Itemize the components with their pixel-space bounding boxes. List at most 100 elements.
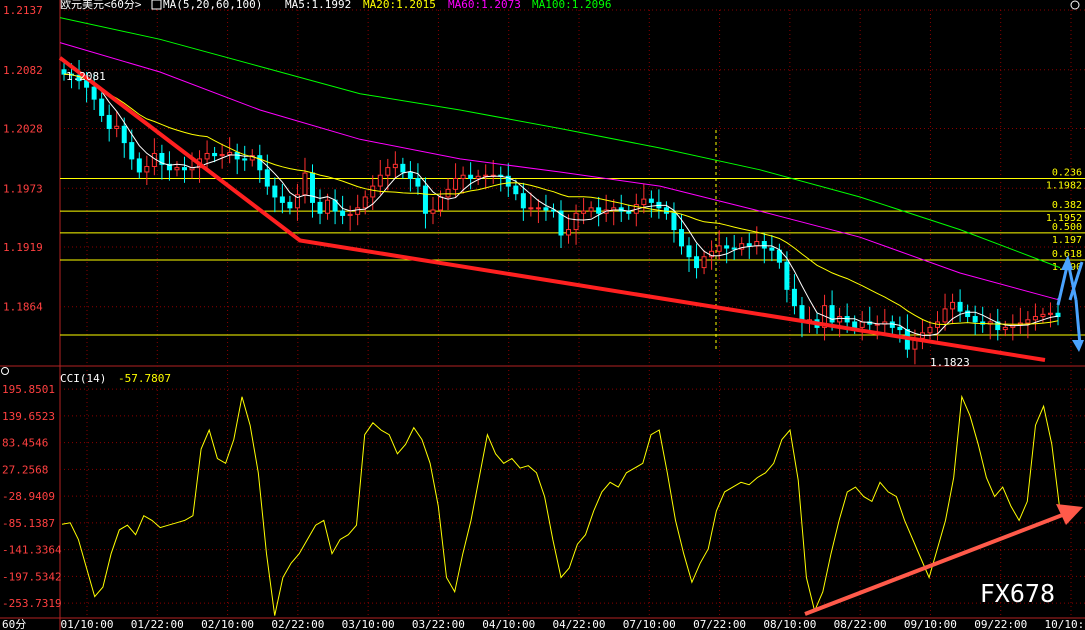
x-tick-label: 01/10:00	[61, 618, 114, 630]
price-y-tick-label: 1.2082	[3, 64, 43, 77]
candle-body	[731, 247, 737, 250]
candle-body	[678, 229, 684, 247]
candle-body	[701, 256, 707, 269]
instrument-title: 欧元美元<60分>	[60, 0, 142, 11]
candle-body	[340, 210, 346, 216]
cci-y-tick-label: 139.6523	[2, 410, 55, 423]
candle-body	[513, 185, 519, 195]
candle-body	[520, 193, 526, 209]
candle-body	[392, 163, 398, 169]
candle-body	[535, 207, 541, 210]
candle-body	[950, 301, 956, 310]
fib-price-label: 1.197	[1052, 235, 1082, 246]
period-label: 60分	[2, 618, 26, 630]
candle-body	[400, 163, 406, 173]
cci-y-tick-label: -85.1387	[2, 517, 55, 530]
candle-body	[1032, 316, 1038, 321]
candle-body	[859, 321, 865, 328]
high-price-label: 1.2081	[66, 70, 106, 83]
cci-value: -57.7807	[118, 372, 171, 385]
candle-body	[377, 174, 383, 187]
candle-body	[942, 308, 948, 323]
candle-body	[422, 185, 428, 214]
candle-body	[370, 185, 376, 198]
candle-body	[724, 245, 730, 249]
candle-body	[784, 261, 790, 290]
candle-body	[460, 174, 466, 179]
candle-body	[1047, 312, 1053, 315]
candle-body	[438, 196, 444, 211]
candle-body	[927, 326, 933, 334]
candle-body	[852, 321, 858, 328]
candle-body	[99, 98, 105, 116]
x-tick-label: 07/10:00	[623, 618, 676, 630]
candle-body	[219, 154, 225, 157]
candle-body	[355, 207, 361, 215]
forex-chart[interactable]: 01/10:00 01/22:00 02/10:00 02/22:00 03/10:00…	[0, 0, 1085, 630]
candle-body	[716, 245, 722, 252]
candle-body	[897, 326, 903, 331]
ma100-value-label: MA100:1.2096	[532, 0, 611, 11]
x-tick-label: 08/10:00	[763, 618, 816, 630]
candle-body	[641, 198, 647, 206]
candle-body	[837, 316, 843, 323]
candle-body	[174, 167, 180, 171]
candle-body	[242, 158, 248, 161]
candle-body	[648, 198, 654, 203]
x-tick-label: 04/22:00	[553, 618, 606, 630]
price-y-tick-label: 1.1973	[3, 182, 43, 195]
candle-body	[566, 229, 572, 236]
cci-title: CCI(14)	[60, 372, 106, 385]
candle-body	[1025, 319, 1031, 324]
candle-body	[445, 188, 451, 198]
candle-body	[106, 114, 112, 129]
x-tick-label: 03/10:00	[342, 618, 395, 630]
candle-body	[212, 152, 218, 157]
candle-body	[453, 177, 459, 190]
candle-body	[121, 125, 127, 144]
candle-body	[776, 249, 782, 263]
candle-body	[136, 158, 142, 173]
candle-body	[317, 201, 323, 214]
candle-body	[272, 185, 278, 198]
candle-body	[957, 301, 963, 312]
candle-body	[1040, 313, 1046, 318]
candle-body	[91, 86, 97, 100]
candle-body	[310, 172, 315, 203]
candle-body	[791, 288, 797, 307]
cci-y-tick-label: -141.3364	[2, 544, 62, 557]
candle-body	[581, 210, 587, 214]
fib-ratio-label: 0.382	[1052, 200, 1082, 211]
x-tick-label: 09/22:00	[974, 618, 1027, 630]
candle-body	[769, 247, 775, 251]
candle-body	[573, 212, 579, 231]
candle-body	[287, 201, 293, 209]
candle-body	[407, 171, 413, 179]
candle-body	[588, 207, 594, 212]
candle-body	[415, 177, 421, 187]
candle-body	[227, 151, 233, 156]
candle-body	[475, 175, 481, 179]
candle-body	[325, 199, 331, 214]
candle-body	[686, 245, 692, 258]
candle-body	[264, 169, 270, 187]
candle-body	[362, 196, 368, 209]
x-tick-label: 09/10:00	[904, 618, 957, 630]
cci-y-tick-label: 195.8501	[2, 383, 55, 396]
price-y-tick-label: 1.2137	[3, 4, 43, 17]
candle-body	[144, 166, 150, 173]
candle-body	[302, 172, 308, 196]
candle-body	[671, 212, 677, 231]
candle-body	[385, 167, 391, 176]
price-y-tick-label: 1.1919	[3, 241, 43, 254]
candle-body	[543, 207, 549, 211]
candle-body	[129, 142, 135, 160]
x-tick-label: 02/22:00	[271, 618, 324, 630]
candle-body	[279, 196, 285, 203]
candle-body	[430, 209, 436, 214]
candle-body	[347, 213, 353, 216]
x-tick-label: 10/10:00	[1045, 618, 1085, 630]
fib-ratio-label: 0.500	[1052, 222, 1082, 233]
candle-body	[844, 316, 850, 323]
candle-body	[694, 256, 700, 269]
